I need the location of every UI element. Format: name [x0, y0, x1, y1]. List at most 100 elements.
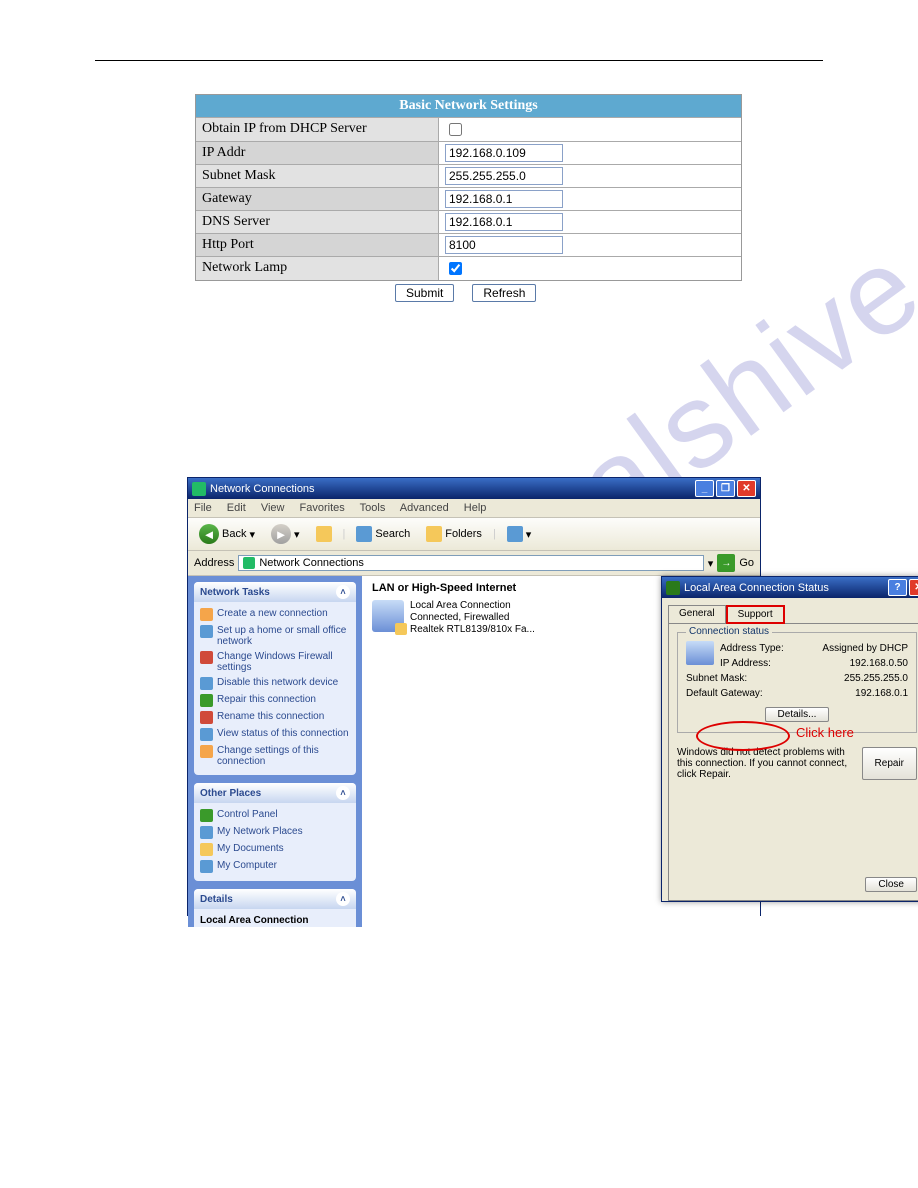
folders-icon [426, 526, 442, 542]
v-ip: 192.168.0.50 [850, 658, 908, 669]
forward-icon: ► [271, 524, 291, 544]
connection-name: Local Area Connection [410, 600, 535, 612]
status-icon [200, 728, 213, 741]
dns-server-input[interactable] [445, 213, 563, 231]
v-subnet: 255.255.255.0 [844, 673, 908, 684]
dialog-close-button[interactable]: ✕ [909, 579, 918, 596]
annotation-click-here: Click here [796, 725, 854, 740]
sidebar-task-firewall[interactable]: Change Windows Firewall settings [200, 649, 350, 675]
forward-button[interactable]: ►▾ [266, 522, 305, 546]
bns-label-ip: IP Addr [196, 142, 439, 164]
sidebar-task-create[interactable]: Create a new connection [200, 606, 350, 623]
connection-icon [666, 581, 680, 595]
back-icon: ◄ [199, 524, 219, 544]
sidebar-task-repair[interactable]: Repair this connection [200, 692, 350, 709]
subnet-mask-input[interactable] [445, 167, 563, 185]
folders-button[interactable]: Folders [421, 524, 487, 544]
sidebar-task-disable[interactable]: Disable this network device [200, 675, 350, 692]
submit-button[interactable]: Submit [395, 284, 454, 302]
sidebar-task-change[interactable]: Change settings of this connection [200, 743, 350, 769]
panel-title: Other Places [200, 788, 261, 799]
connection-status-group: Connection status Address Type:Assigned … [677, 632, 917, 733]
k-gateway: Default Gateway: [686, 688, 855, 699]
collapse-icon[interactable]: ˄ [336, 786, 350, 800]
help-button[interactable]: ? [888, 579, 907, 596]
disable-icon [200, 677, 213, 690]
sidebar-place-computer[interactable]: My Computer [200, 858, 350, 875]
collapse-icon[interactable]: ˄ [336, 585, 350, 599]
settings-icon [200, 745, 213, 758]
go-button[interactable]: → [717, 554, 735, 572]
group-label: Connection status [686, 626, 772, 637]
sidebar-place-control[interactable]: Control Panel [200, 807, 350, 824]
k-subnet: Subnet Mask: [686, 673, 844, 684]
network-connections-icon [192, 482, 206, 496]
chevron-down-icon: ▾ [249, 528, 255, 541]
bns-label-dns: DNS Server [196, 211, 439, 233]
gateway-input[interactable] [445, 190, 563, 208]
page-divider [95, 60, 823, 61]
connection-status-dialog: Local Area Connection Status ? ✕ General… [661, 576, 918, 902]
sidebar-task-status[interactable]: View status of this connection [200, 726, 350, 743]
menu-file[interactable]: File [194, 502, 212, 514]
collapse-icon[interactable]: ˄ [336, 892, 350, 906]
repair-note: Windows did not detect problems with thi… [677, 747, 854, 780]
content-area: LAN or High-Speed Internet Local Area Co… [362, 576, 760, 927]
menu-edit[interactable]: Edit [227, 502, 246, 514]
network-tasks-panel: Network Tasks ˄ Create a new connection S… [194, 582, 356, 775]
ip-addr-input[interactable] [445, 144, 563, 162]
menu-view[interactable]: View [261, 502, 285, 514]
menu-favorites[interactable]: Favorites [300, 502, 345, 514]
http-port-input[interactable] [445, 236, 563, 254]
maximize-button[interactable]: ❐ [716, 480, 735, 497]
sidebar-place-docs[interactable]: My Documents [200, 841, 350, 858]
basic-network-settings-panel: Basic Network Settings Obtain IP from DH… [195, 94, 742, 281]
menu-help[interactable]: Help [464, 502, 487, 514]
address-input[interactable]: Network Connections [238, 555, 703, 571]
network-connections-icon [243, 557, 255, 569]
menu-advanced[interactable]: Advanced [400, 502, 449, 514]
other-places-panel: Other Places ˄ Control Panel My Network P… [194, 783, 356, 881]
tab-support[interactable]: Support [726, 605, 785, 624]
chevron-down-icon[interactable]: ▾ [708, 557, 714, 570]
dialog-title: Local Area Connection Status [684, 582, 829, 594]
refresh-button[interactable]: Refresh [472, 284, 536, 302]
sidebar-place-network[interactable]: My Network Places [200, 824, 350, 841]
minimize-button[interactable]: _ [695, 480, 714, 497]
bns-label-gateway: Gateway [196, 188, 439, 210]
search-button[interactable]: Search [351, 524, 415, 544]
network-connections-window: Network Connections _ ❐ ✕ File Edit View… [187, 477, 761, 916]
panel-title: Network Tasks [200, 587, 270, 598]
firewall-icon [200, 651, 213, 664]
lan-connection-icon [372, 600, 404, 632]
dialog-close-bottom-button[interactable]: Close [865, 877, 917, 892]
views-button[interactable]: ▾ [502, 524, 537, 544]
toolbar: ◄Back▾ ►▾ | Search Folders | ▾ [188, 518, 760, 551]
nic-icon [686, 641, 714, 665]
panel-title: Details [200, 894, 233, 905]
up-button[interactable] [311, 524, 337, 544]
sidebar-task-rename[interactable]: Rename this connection [200, 709, 350, 726]
repair-button[interactable]: Repair [862, 747, 917, 780]
address-bar: Address Network Connections ▾ → Go [188, 551, 760, 576]
close-button[interactable]: ✕ [737, 480, 756, 497]
bns-label-lamp: Network Lamp [196, 257, 439, 280]
annotation-oval [696, 721, 790, 751]
bns-label-dhcp: Obtain IP from DHCP Server [196, 118, 439, 141]
documents-icon [200, 843, 213, 856]
v-addrtype: Assigned by DHCP [822, 643, 908, 654]
menu-tools[interactable]: Tools [360, 502, 386, 514]
dhcp-checkbox[interactable] [449, 123, 462, 136]
k-addrtype: Address Type: [720, 643, 822, 654]
sidebar-task-setup[interactable]: Set up a home or small office network [200, 623, 350, 649]
network-lamp-checkbox[interactable] [449, 262, 462, 275]
dialog-titlebar[interactable]: Local Area Connection Status ? ✕ [662, 577, 918, 598]
views-icon [507, 526, 523, 542]
sidebar: Network Tasks ˄ Create a new connection S… [188, 576, 362, 927]
back-button[interactable]: ◄Back▾ [194, 522, 260, 546]
details-button[interactable]: Details... [765, 707, 830, 722]
tab-general[interactable]: General [668, 605, 726, 624]
search-icon [356, 526, 372, 542]
window-titlebar[interactable]: Network Connections _ ❐ ✕ [188, 478, 760, 499]
menu-bar: File Edit View Favorites Tools Advanced … [188, 499, 760, 518]
